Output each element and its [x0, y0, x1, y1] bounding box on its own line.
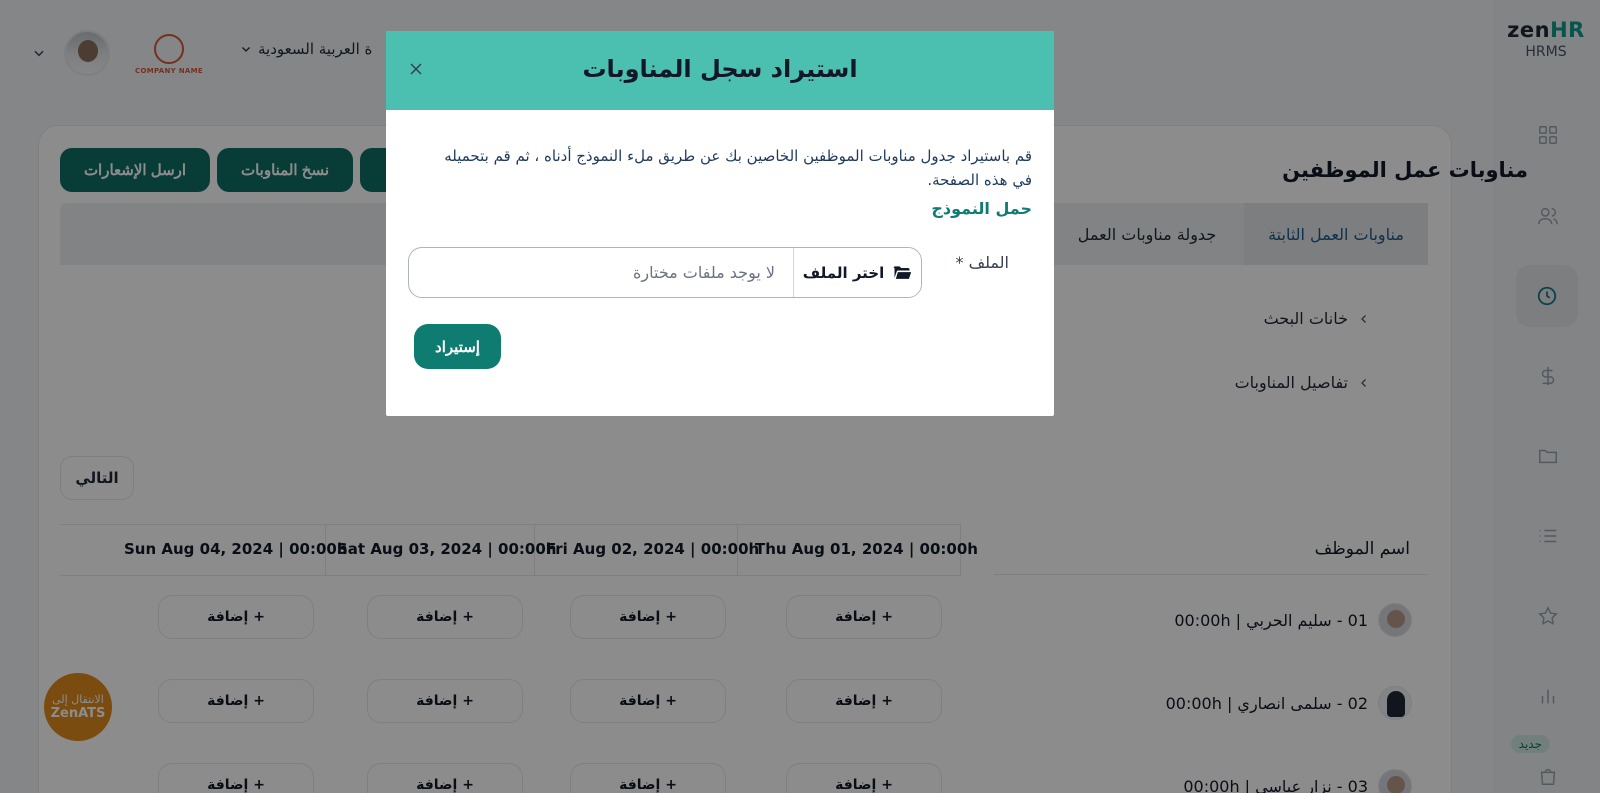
modal-description: قم باستيراد جدول مناوبات الموظفين الخاصي… — [444, 147, 1032, 189]
import-button[interactable]: إستيراد — [414, 324, 501, 369]
file-field-label: الملف * — [955, 253, 1009, 272]
download-template-link[interactable]: حمل النموذج — [931, 199, 1032, 218]
choose-file-button[interactable]: اختر الملف — [793, 248, 921, 297]
file-status-text: لا يوجد ملفات مختارة — [633, 263, 775, 282]
import-shifts-modal: استيراد سجل المناوبات قم باستيراد جدول م… — [386, 31, 1054, 416]
modal-title: استيراد سجل المناوبات — [582, 55, 858, 83]
folder-open-icon — [893, 265, 912, 279]
choose-file-label: اختر الملف — [802, 263, 885, 282]
file-input[interactable]: اختر الملف لا يوجد ملفات مختارة — [408, 247, 922, 298]
close-icon[interactable] — [406, 59, 426, 79]
modal-header: استيراد سجل المناوبات — [386, 31, 1054, 110]
